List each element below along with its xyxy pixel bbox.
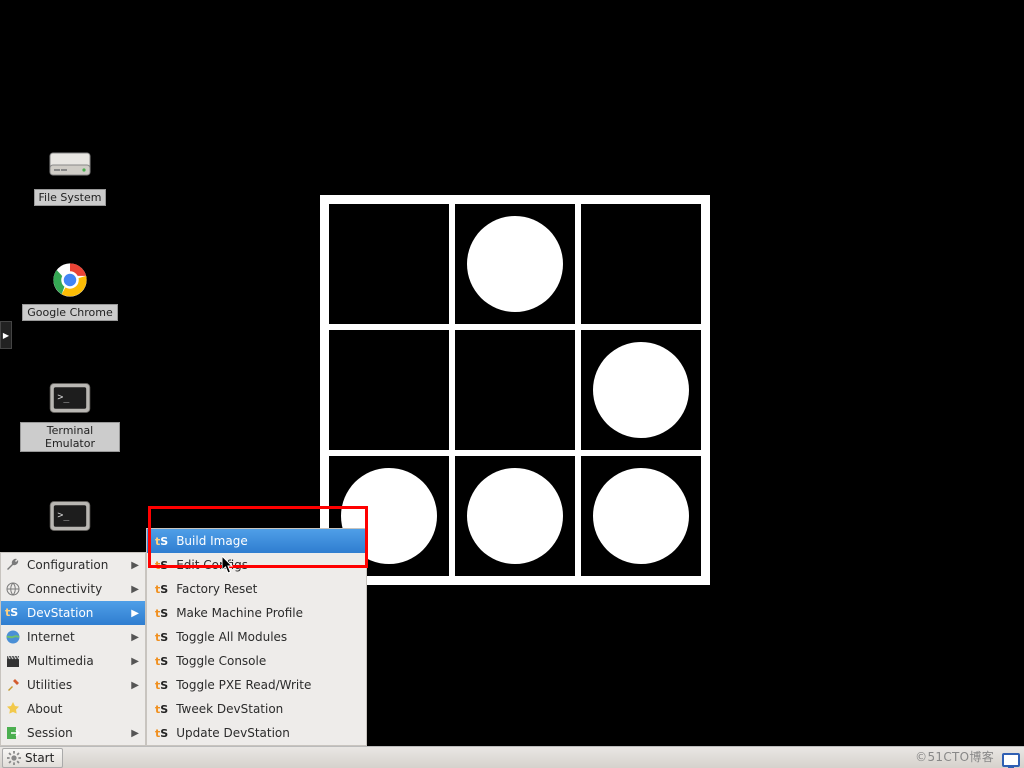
ts-icon: tS	[155, 704, 168, 715]
submenu-item-label: Tweek DevStation	[176, 702, 283, 716]
ts-icon: tS	[155, 632, 168, 643]
submenu-item-tweek-devstation[interactable]: tS Tweek DevStation	[147, 697, 366, 721]
submenu-arrow-icon: ▶	[131, 560, 139, 571]
menu-item-label: Utilities	[27, 678, 125, 692]
ts-icon: tS	[155, 560, 168, 571]
gear-icon	[7, 751, 21, 765]
logo-dot	[467, 468, 563, 564]
submenu-arrow-icon: ▶	[131, 608, 139, 619]
submenu-item-toggle-all-modules[interactable]: tS Toggle All Modules	[147, 625, 366, 649]
menu-item-label: Connectivity	[27, 582, 125, 596]
submenu-item-label: Toggle PXE Read/Write	[176, 678, 311, 692]
submenu-arrow-icon: ▶	[131, 728, 139, 739]
desktop-icon-label: File System	[34, 189, 107, 206]
exit-icon	[5, 725, 21, 741]
submenu-item-edit-configs[interactable]: tS Edit Configs	[147, 553, 366, 577]
logo-cell	[455, 204, 575, 324]
menu-item-label: Session	[27, 726, 125, 740]
menu-item-devstation[interactable]: tS DevStation ▶	[1, 601, 145, 625]
wallpaper-logo-grid	[320, 195, 710, 585]
watermark-text: ©51CTO博客	[915, 748, 994, 765]
menu-item-label: Configuration	[27, 558, 125, 572]
devstation-submenu[interactable]: tS Build Image tS Edit Configs tS Factor…	[146, 528, 367, 746]
menu-item-configuration[interactable]: Configuration ▶	[1, 553, 145, 577]
mouse-cursor-icon	[222, 556, 236, 576]
desktop-icon-filesystem[interactable]: File System	[20, 145, 120, 206]
menu-item-internet[interactable]: Internet ▶	[1, 625, 145, 649]
harddrive-icon	[46, 145, 94, 185]
ts-icon: tS	[155, 536, 168, 547]
globe-icon	[5, 629, 21, 645]
submenu-item-toggle-pxe[interactable]: tS Toggle PXE Read/Write	[147, 673, 366, 697]
logo-cell	[329, 204, 449, 324]
menu-item-session[interactable]: Session ▶	[1, 721, 145, 745]
terminal-icon: >_	[46, 378, 94, 418]
ts-icon: tS	[155, 608, 168, 619]
menu-item-multimedia[interactable]: Multimedia ▶	[1, 649, 145, 673]
submenu-item-label: Toggle Console	[176, 654, 266, 668]
submenu-item-label: Make Machine Profile	[176, 606, 303, 620]
desktop-icon-label: Google Chrome	[22, 304, 117, 321]
submenu-item-make-machine-profile[interactable]: tS Make Machine Profile	[147, 601, 366, 625]
triangle-right-icon: ▶	[3, 331, 9, 340]
submenu-arrow-icon: ▶	[131, 584, 139, 595]
submenu-item-build-image[interactable]: tS Build Image	[147, 529, 366, 553]
menu-item-connectivity[interactable]: Connectivity ▶	[1, 577, 145, 601]
taskbar: Start	[0, 746, 1024, 768]
logo-dot	[593, 468, 689, 564]
system-tray[interactable]	[1002, 753, 1020, 767]
submenu-item-label: Update DevStation	[176, 726, 290, 740]
menu-item-label: Internet	[27, 630, 125, 644]
wrench-icon	[5, 557, 21, 573]
terminal-icon: >_	[46, 496, 94, 536]
menu-item-utilities[interactable]: Utilities ▶	[1, 673, 145, 697]
devstation-icon: tS	[5, 605, 21, 621]
submenu-item-factory-reset[interactable]: tS Factory Reset	[147, 577, 366, 601]
ts-icon: tS	[155, 656, 168, 667]
network-icon	[5, 581, 21, 597]
submenu-item-label: Edit Configs	[176, 558, 248, 572]
desktop-icon-terminal-2[interactable]: >_	[20, 496, 120, 540]
logo-cell	[581, 330, 701, 450]
submenu-item-label: Toggle All Modules	[176, 630, 287, 644]
logo-cell	[581, 456, 701, 576]
submenu-item-update-devstation[interactable]: tS Update DevStation	[147, 721, 366, 745]
logo-cell	[329, 330, 449, 450]
submenu-item-label: Build Image	[176, 534, 248, 548]
menu-item-about[interactable]: About	[1, 697, 145, 721]
start-button-label: Start	[25, 751, 54, 765]
desktop-icon-label: Terminal Emulator	[20, 422, 120, 452]
ts-icon: tS	[155, 728, 168, 739]
logo-dot	[593, 342, 689, 438]
logo-dot	[467, 216, 563, 312]
logo-cell	[581, 204, 701, 324]
clapperboard-icon	[5, 653, 21, 669]
desktop-icon-terminal[interactable]: >_ Terminal Emulator	[20, 378, 120, 452]
monitor-icon[interactable]	[1002, 753, 1020, 767]
panel-collapse-tab[interactable]: ▶	[0, 321, 12, 349]
submenu-item-toggle-console[interactable]: tS Toggle Console	[147, 649, 366, 673]
tools-icon	[5, 677, 21, 693]
submenu-arrow-icon: ▶	[131, 656, 139, 667]
logo-cell	[455, 456, 575, 576]
ts-icon: tS	[155, 680, 168, 691]
svg-text:>_: >_	[57, 392, 69, 403]
menu-item-label: About	[27, 702, 139, 716]
desktop-icon-chrome[interactable]: Google Chrome	[20, 260, 120, 321]
logo-cell	[455, 330, 575, 450]
submenu-arrow-icon: ▶	[131, 680, 139, 691]
menu-item-label: DevStation	[27, 606, 125, 620]
submenu-arrow-icon: ▶	[131, 632, 139, 643]
start-menu[interactable]: Configuration ▶ Connectivity ▶ tS DevSta…	[0, 552, 146, 746]
submenu-item-label: Factory Reset	[176, 582, 257, 596]
start-button[interactable]: Start	[2, 748, 63, 768]
svg-text:>_: >_	[57, 510, 69, 521]
ts-icon: tS	[155, 584, 168, 595]
chrome-icon	[46, 260, 94, 300]
star-icon	[5, 701, 21, 717]
menu-item-label: Multimedia	[27, 654, 125, 668]
